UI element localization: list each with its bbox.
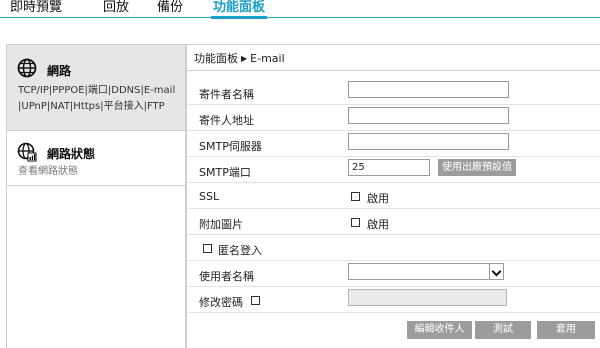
attach-image-checkbox[interactable] — [351, 218, 360, 227]
breadcrumb: 功能面板 ▶ E-mail — [194, 50, 285, 66]
username-select[interactable] — [348, 263, 504, 280]
chevron-down-icon[interactable] — [489, 264, 503, 279]
ssl-checkbox[interactable] — [351, 192, 360, 201]
anonymous-login-label: 匿名登入 — [218, 244, 262, 257]
change-password-checkbox[interactable] — [251, 296, 260, 305]
sender-address-row: 寄件人地址 — [187, 105, 600, 131]
sender-name-input[interactable] — [348, 81, 509, 98]
ssl-enable-label: 啟用 — [367, 192, 389, 205]
subtitle-line: |UPnP|NAT|Https|平台接入|FTP — [18, 101, 165, 112]
tab-live-view[interactable]: 即時預覽 — [10, 0, 62, 18]
top-nav: 即時預覽 回放 備份 功能面板 — [0, 0, 600, 19]
edit-recipients-button[interactable]: 編輯收件人 — [407, 321, 472, 339]
smtp-port-row: SMTP端口 使用出廠預設值 — [187, 157, 600, 183]
breadcrumb-current: E-mail — [250, 52, 285, 65]
ssl-label: SSL — [199, 190, 220, 203]
change-password-label: 修改密碼 — [199, 296, 243, 309]
change-password-row: 修改密碼 — [187, 287, 600, 313]
sidebar-item-title: 網路 — [47, 64, 72, 78]
breadcrumb-arrow-icon: ▶ — [241, 54, 248, 63]
attach-image-row: 附加圖片 啟用 — [187, 209, 600, 235]
sender-name-row: 寄件者名稱 — [187, 79, 600, 105]
ssl-row: SSL 啟用 — [187, 183, 600, 209]
smtp-server-label: SMTP伺服器 — [199, 140, 262, 153]
smtp-server-input[interactable] — [348, 133, 509, 150]
use-default-button[interactable]: 使用出廠預設值 — [438, 159, 516, 176]
username-row: 使用者名稱 — [187, 261, 600, 287]
tab-backup[interactable]: 備份 — [157, 0, 183, 18]
attach-image-enable-label: 啟用 — [367, 218, 389, 231]
breadcrumb-parent[interactable]: 功能面板 — [194, 52, 238, 65]
sidebar-item-network[interactable]: 網路 TCP/IP|PPPOE|端口|DDNS|E-mail |UPnP|NAT… — [7, 45, 185, 131]
password-input[interactable] — [348, 289, 507, 306]
apply-button[interactable]: 套用 — [537, 321, 595, 339]
tab-function-panel[interactable]: 功能面板 — [210, 0, 268, 19]
globe-icon — [17, 58, 37, 78]
sidebar-item-subtitle: 查看網路狀態 — [18, 166, 78, 177]
network-status-icon — [17, 142, 37, 162]
username-label: 使用者名稱 — [199, 270, 254, 283]
sidebar-item-network-status[interactable]: 網路狀態 查看網路狀態 — [7, 131, 185, 186]
smtp-port-label: SMTP端口 — [199, 166, 251, 179]
divider — [187, 70, 600, 71]
email-settings-panel: 功能面板▶E-mail 寄件者名稱 寄件人地址 SMTP伺服器 SMTP端口 使… — [186, 44, 600, 348]
test-button[interactable]: 測試 — [475, 321, 531, 339]
smtp-server-row: SMTP伺服器 — [187, 131, 600, 157]
sidebar-item-subtitle: TCP/IP|PPPOE|端口|DDNS|E-mail |UPnP|NAT|Ht… — [18, 83, 181, 115]
sender-name-label: 寄件者名稱 — [199, 88, 254, 101]
anonymous-login-checkbox[interactable] — [203, 244, 212, 253]
tab-playback[interactable]: 回放 — [103, 0, 129, 18]
attach-image-label: 附加圖片 — [199, 218, 243, 231]
sidebar-item-title: 網路狀態 — [47, 147, 96, 161]
smtp-port-input[interactable] — [348, 159, 430, 176]
sender-address-label: 寄件人地址 — [199, 114, 254, 127]
anonymous-login-row: 匿名登入 — [187, 235, 600, 261]
sender-address-input[interactable] — [348, 107, 509, 124]
sidebar: 網路 TCP/IP|PPPOE|端口|DDNS|E-mail |UPnP|NAT… — [6, 44, 186, 348]
subtitle-line: TCP/IP|PPPOE|端口|DDNS|E-mail — [18, 85, 176, 96]
